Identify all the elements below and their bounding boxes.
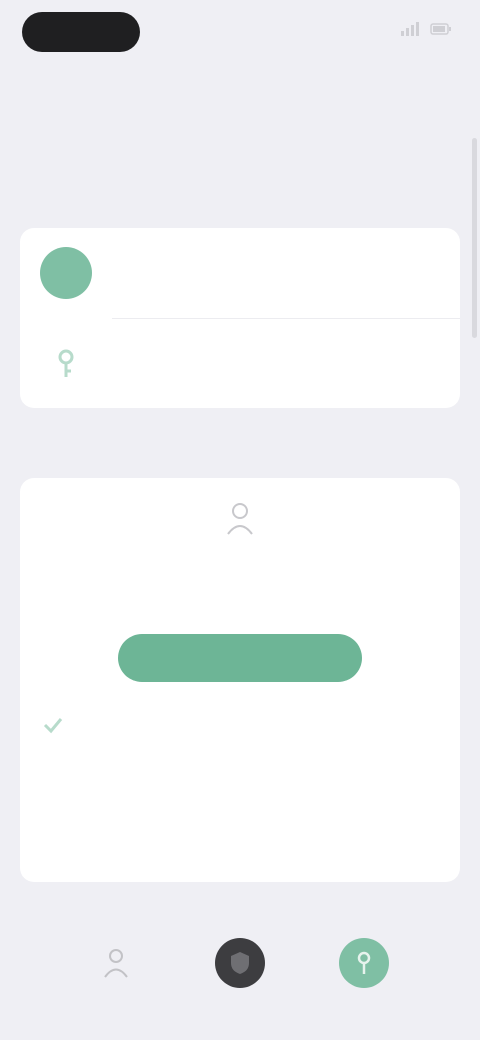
scrollbar[interactable] (472, 138, 477, 338)
key-icon (40, 337, 92, 389)
account-card (20, 228, 460, 408)
person-icon (91, 938, 141, 988)
key-row[interactable] (20, 318, 460, 408)
status-bar (0, 0, 480, 64)
key-icon (339, 938, 389, 988)
shortcut-person[interactable] (56, 938, 176, 994)
avatar (40, 247, 92, 299)
signal-icon (401, 22, 419, 36)
shortcut-shield[interactable] (180, 938, 300, 994)
primary-action-button[interactable] (118, 634, 362, 682)
app-screen (0, 0, 480, 1040)
battery-icon (430, 23, 451, 35)
check-icon (43, 718, 63, 734)
shortcut-key[interactable] (304, 938, 424, 994)
shield-icon (215, 938, 265, 988)
main-card (20, 478, 460, 882)
shortcuts-row (0, 938, 480, 1018)
info-body (90, 750, 420, 832)
info-header (42, 714, 88, 736)
status-time-pill (22, 12, 140, 52)
status-icons (400, 22, 452, 36)
person-icon (227, 503, 253, 535)
account-row[interactable] (20, 228, 460, 318)
